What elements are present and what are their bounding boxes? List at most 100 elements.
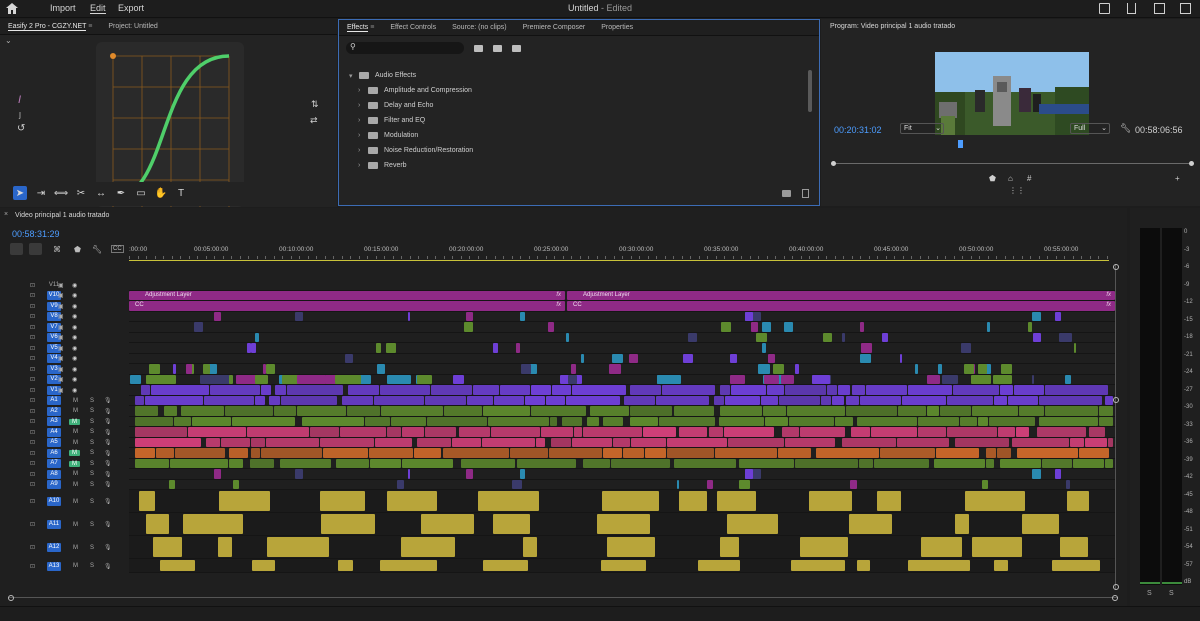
mute-button[interactable]: M <box>73 440 78 446</box>
lock-icon[interactable]: ⊡ <box>30 498 35 505</box>
clip[interactable] <box>724 395 761 405</box>
clip[interactable] <box>580 353 585 363</box>
clip[interactable] <box>762 406 786 416</box>
clip[interactable] <box>938 364 942 374</box>
track-header-v6[interactable]: ⊡ V6 ▣ ◉ <box>0 333 129 344</box>
list-item[interactable]: › Modulation <box>349 128 799 143</box>
music-clip[interactable] <box>848 514 893 534</box>
track-lane-v11[interactable] <box>129 280 1115 291</box>
clip[interactable] <box>562 416 583 426</box>
music-clip[interactable] <box>1066 491 1089 511</box>
clip[interactable] <box>873 458 930 468</box>
track-name[interactable]: A4 <box>47 427 61 437</box>
clip[interactable] <box>845 406 898 416</box>
clip[interactable] <box>838 385 850 395</box>
lock-icon[interactable]: ⊡ <box>30 387 35 394</box>
clip[interactable] <box>408 311 411 321</box>
clip[interactable] <box>170 458 228 468</box>
camera-icon[interactable]: ⌂ <box>1008 174 1013 183</box>
clip[interactable] <box>859 353 871 363</box>
music-clip[interactable] <box>139 491 156 511</box>
lock-icon[interactable]: ⊡ <box>30 376 35 383</box>
mute-button[interactable]: M <box>73 499 78 505</box>
adjustment-layer-clip[interactable]: Adjustment Layer fx <box>567 290 1115 300</box>
search-input[interactable] <box>360 43 460 53</box>
track-header-a4[interactable]: ⊡ A4 M S 🎙︎ <box>0 427 129 438</box>
microphone-icon[interactable]: 🎙︎ <box>104 544 112 551</box>
clip[interactable] <box>1105 458 1113 468</box>
clip[interactable] <box>386 374 412 384</box>
clip[interactable] <box>706 479 713 489</box>
clip[interactable] <box>986 448 997 458</box>
clip[interactable] <box>381 406 443 416</box>
music-clip[interactable] <box>606 537 656 557</box>
clip[interactable] <box>386 427 402 437</box>
clip[interactable] <box>145 395 204 405</box>
clip[interactable] <box>1039 395 1102 405</box>
track-lane-a10[interactable] <box>129 490 1115 513</box>
track-header-a2[interactable]: ⊡ A2 M S 🎙︎ <box>0 406 129 417</box>
track-lane-v4[interactable] <box>129 353 1115 364</box>
track-lane-a3[interactable] <box>129 416 1115 427</box>
clip[interactable] <box>977 416 988 426</box>
wrench-icon[interactable]: 🔧︎ <box>1120 123 1131 134</box>
clip[interactable] <box>550 437 571 447</box>
clip[interactable] <box>918 427 947 437</box>
clip[interactable] <box>1015 427 1029 437</box>
timeline-timecode[interactable]: 00:58:31:29 <box>12 229 60 239</box>
clip[interactable] <box>897 437 949 447</box>
clip[interactable] <box>1073 343 1076 353</box>
clip[interactable] <box>842 332 845 342</box>
clip[interactable] <box>940 406 971 416</box>
clip[interactable] <box>204 395 255 405</box>
mute-button[interactable]: M <box>73 398 78 404</box>
tab-effect-controls[interactable]: Effect Controls <box>382 24 444 31</box>
clip[interactable] <box>758 364 771 374</box>
clip[interactable] <box>427 416 487 426</box>
clip[interactable] <box>365 416 390 426</box>
clip[interactable] <box>265 437 320 447</box>
music-clip[interactable] <box>719 537 739 557</box>
clip[interactable] <box>1041 458 1073 468</box>
clip[interactable] <box>369 458 401 468</box>
music-clip[interactable] <box>483 560 529 571</box>
clip[interactable] <box>571 437 612 447</box>
eye-icon[interactable]: ◉ <box>72 387 77 394</box>
track-header-v1[interactable]: ⊡ V1 ▣ ◉ <box>0 385 129 396</box>
clip[interactable] <box>1031 469 1042 479</box>
lock-icon[interactable]: ⊡ <box>30 471 35 478</box>
track-header-v8[interactable]: ⊡ V8 ▣ ◉ <box>0 312 129 323</box>
music-clip[interactable] <box>320 514 375 534</box>
mute-button[interactable]: M <box>73 408 78 414</box>
clip[interactable] <box>368 448 414 458</box>
clip[interactable] <box>629 385 661 395</box>
clip[interactable] <box>525 395 545 405</box>
program-playhead[interactable] <box>957 140 963 148</box>
clip[interactable] <box>135 448 156 458</box>
clip[interactable] <box>335 458 369 468</box>
music-clip[interactable] <box>400 537 456 557</box>
clip[interactable] <box>859 322 865 332</box>
clip[interactable] <box>730 353 737 363</box>
clip[interactable] <box>644 448 666 458</box>
quick-export-icon[interactable] <box>1099 3 1110 14</box>
clip[interactable] <box>590 406 630 416</box>
tab-source[interactable]: Source: (no clips) <box>444 24 514 31</box>
clip[interactable] <box>835 416 854 426</box>
timeline-scrollbar-vertical[interactable] <box>1113 264 1119 590</box>
clip[interactable] <box>550 416 557 426</box>
clip[interactable] <box>935 448 980 458</box>
music-clip[interactable] <box>153 537 182 557</box>
clip[interactable] <box>927 406 940 416</box>
clip[interactable] <box>414 448 441 458</box>
clip[interactable] <box>467 395 493 405</box>
razor-tool-icon[interactable]: ✂ <box>74 186 88 200</box>
clip[interactable] <box>982 479 988 489</box>
track-lane-a11[interactable] <box>129 513 1115 536</box>
clip[interactable] <box>1104 395 1113 405</box>
clip[interactable] <box>719 385 730 395</box>
clip[interactable] <box>251 448 261 458</box>
clip[interactable] <box>730 374 745 384</box>
text-cursor-icon[interactable]: I <box>18 94 21 106</box>
track-lane-a8[interactable] <box>129 469 1115 480</box>
